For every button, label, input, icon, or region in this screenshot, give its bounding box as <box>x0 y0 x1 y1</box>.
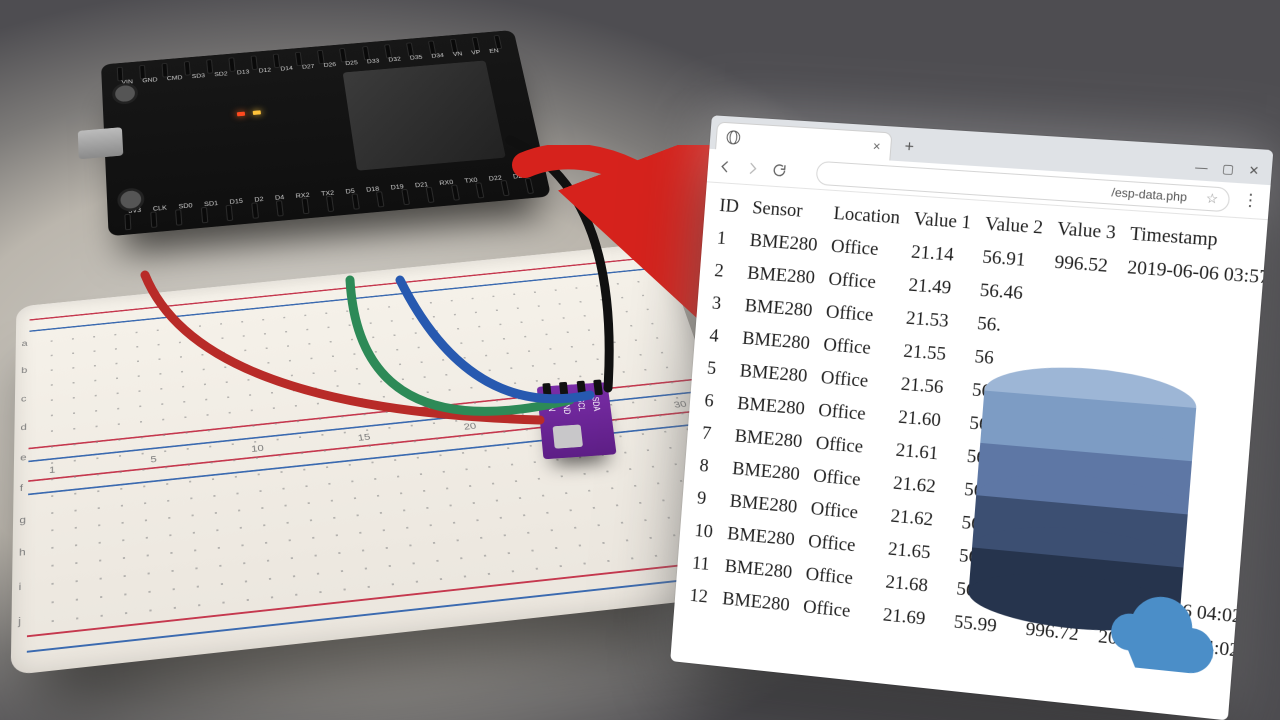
new-tab-button[interactable]: + <box>896 135 922 161</box>
esp-wroom-32-shield <box>343 60 506 170</box>
sensor-data-table: IDSensorLocationValue 1Value 2Value 3Tim… <box>682 189 1274 671</box>
sensor-pin-scl: SCL <box>576 397 587 411</box>
reload-button[interactable] <box>771 161 788 178</box>
power-led <box>237 112 245 117</box>
window-maximize-button[interactable]: ▢ <box>1222 161 1235 176</box>
status-led <box>253 110 261 115</box>
micro-usb-port <box>78 127 124 159</box>
column-header: Value 1 <box>906 202 980 240</box>
globe-icon <box>726 130 741 145</box>
window-close-button[interactable]: ✕ <box>1248 163 1260 178</box>
close-tab-icon[interactable]: × <box>872 138 881 153</box>
window-minimize-button[interactable]: — <box>1195 160 1209 175</box>
column-header: Value 2 <box>977 207 1052 245</box>
browser-window: × + — ▢ ✕ /esp-data.php ☆ ⋮ IDSensorLoca… <box>670 115 1273 720</box>
url-text: /esp-data.php <box>1111 185 1188 204</box>
sensor-pin-gnd: GND <box>561 398 573 414</box>
bme280-sensor-module: VIN GND SCL SDA <box>537 382 617 459</box>
en-button <box>112 82 139 105</box>
column-header: ID <box>712 189 747 224</box>
bookmark-star-icon[interactable]: ☆ <box>1205 190 1218 207</box>
sensor-pin-sda: SDA <box>590 396 602 411</box>
sensor-pin-vin: VIN <box>546 399 557 411</box>
menu-button[interactable]: ⋮ <box>1242 196 1259 205</box>
page-content: IDSensorLocationValue 1Value 2Value 3Tim… <box>674 182 1268 667</box>
forward-button[interactable] <box>744 160 761 177</box>
back-button[interactable] <box>717 158 734 175</box>
column-header: Value 3 <box>1049 212 1124 251</box>
